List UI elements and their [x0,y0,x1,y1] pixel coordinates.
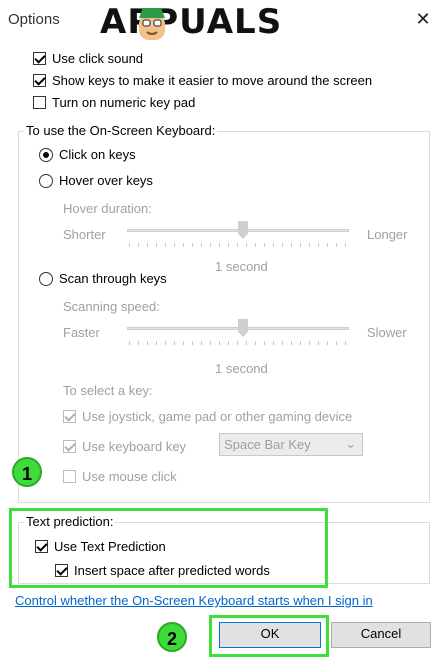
show-keys-label: Show keys to make it easier to move arou… [52,73,373,88]
select-key-label: To select a key: [63,383,153,398]
keyboard-key-select[interactable]: Space Bar Key ⌄ [219,433,363,456]
osk-group-label: To use the On-Screen Keyboard: [24,123,218,138]
joystick-label: Use joystick, game pad or other gaming d… [82,409,353,424]
chevron-down-icon: ⌄ [345,436,356,451]
keyboard-key-select-value: Space Bar Key [224,437,311,452]
joystick-option[interactable]: Use joystick, game pad or other gaming d… [63,409,352,424]
keyboard-key-label: Use keyboard key [82,439,187,454]
hover-duration-min-label: Shorter [63,227,106,242]
mouse-click-checkbox[interactable] [63,470,76,483]
hover-duration-max-label: Longer [367,227,408,242]
scanning-speed-ticks [129,341,347,345]
insert-space-label: Insert space after predicted words [74,563,270,578]
insert-space-checkbox[interactable] [55,564,68,577]
insert-space-option[interactable]: Insert space after predicted words [55,563,270,578]
close-icon[interactable]: ✕ [413,9,433,29]
numeric-keypad-option[interactable]: Turn on numeric key pad [33,95,195,110]
startup-settings-link[interactable]: Control whether the On-Screen Keyboard s… [15,593,373,608]
step-badge-2: 2 [157,622,187,652]
numeric-keypad-label: Turn on numeric key pad [52,95,196,110]
ok-button[interactable]: OK [219,622,321,648]
use-click-sound-label: Use click sound [52,51,144,66]
watermark-logo: APPUALS [100,2,320,44]
scanning-speed-max-label: Slower [367,325,407,340]
joystick-checkbox[interactable] [63,410,76,423]
step-badge-1: 1 [12,457,42,487]
mouse-click-label: Use mouse click [82,469,177,484]
scan-through-keys-option[interactable]: Scan through keys [39,271,167,286]
watermark-text: APPUALS [100,2,283,42]
hover-duration-ticks [129,243,347,247]
text-prediction-label: Text prediction: [24,514,116,529]
use-click-sound-option[interactable]: Use click sound [33,51,143,66]
window-title: Options [8,11,60,28]
hover-duration-value: 1 second [215,259,268,274]
show-keys-checkbox[interactable] [33,74,46,87]
hover-over-keys-radio[interactable] [39,173,53,188]
use-click-sound-checkbox[interactable] [33,52,46,65]
scan-through-keys-radio[interactable] [39,271,53,286]
scanning-speed-min-label: Faster [63,325,100,340]
keyboard-key-option[interactable]: Use keyboard key [63,439,186,454]
click-on-keys-radio[interactable] [39,147,53,162]
click-on-keys-label: Click on keys [59,147,136,162]
hover-duration-label: Hover duration: [63,201,152,216]
use-text-prediction-label: Use Text Prediction [54,539,166,554]
click-on-keys-option[interactable]: Click on keys [39,147,136,162]
use-text-prediction-checkbox[interactable] [35,540,48,553]
show-keys-option[interactable]: Show keys to make it easier to move arou… [33,73,372,88]
mouse-click-option[interactable]: Use mouse click [63,469,177,484]
scan-through-keys-label: Scan through keys [59,271,167,286]
hover-over-keys-label: Hover over keys [59,173,153,188]
mascot-icon [139,8,165,40]
use-text-prediction-option[interactable]: Use Text Prediction [35,539,166,554]
scanning-speed-value: 1 second [215,361,268,376]
scanning-speed-label: Scanning speed: [63,299,160,314]
keyboard-key-checkbox[interactable] [63,440,76,453]
numeric-keypad-checkbox[interactable] [33,96,46,109]
cancel-button[interactable]: Cancel [331,622,431,648]
hover-over-keys-option[interactable]: Hover over keys [39,173,153,188]
